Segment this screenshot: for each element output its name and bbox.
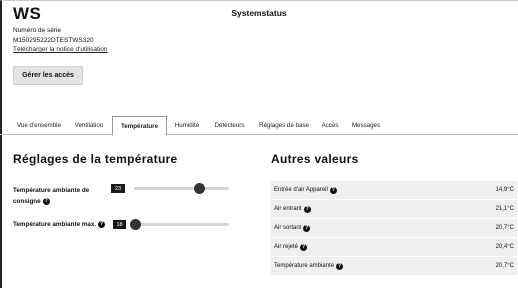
tab-overview[interactable]: Vue d'ensemble [13,116,65,135]
question-circle-icon[interactable]: ? [300,243,308,251]
table-row: Entrée d'air Appareil? 14,9°C [271,181,517,200]
table-row: Température ambiante? 20,7°C [271,257,517,276]
setpoint-label: Température ambiante de consigne? [13,185,108,207]
tab-basic-settings[interactable]: Réglages de base [255,116,313,135]
serial-value: M150295222DTESTWS320 [13,37,94,44]
tab-detectors[interactable]: Détecteurs [208,116,251,135]
tab-humidity[interactable]: Humidité [170,116,204,135]
row-label: Température ambiante [274,263,335,269]
download-manual-link[interactable]: Télécharger la notice d'utilisation [13,46,107,53]
max-temp-label: Température ambiante max.? [13,219,123,230]
question-circle-icon[interactable]: ? [303,205,311,213]
question-circle-icon[interactable]: ? [329,186,337,194]
question-circle-icon[interactable]: ? [303,224,311,232]
slider-track[interactable] [134,187,229,190]
question-circle-icon[interactable]: ? [42,197,50,205]
row-label: Air sortant [274,225,302,231]
row-label: Entrée d'air Appareil [274,187,328,193]
tab-temperature[interactable]: Température [112,116,167,136]
row-value: 20,7°C [495,263,514,269]
temperature-settings-heading: Réglages de la température [13,152,178,166]
question-circle-icon[interactable]: ? [98,220,106,228]
tab-messages[interactable]: Messages [347,116,385,135]
row-label: Air entrant [274,206,302,212]
row-value: 21,1°C [495,206,514,212]
row-value: 20,7°C [495,225,514,231]
manage-access-button[interactable]: Gérer les accès [13,66,83,85]
tab-ventilation[interactable]: Ventilation [69,116,109,135]
other-values-table: Entrée d'air Appareil? 14,9°C Air entran… [271,181,517,276]
table-row: Air entrant? 21,1°C [271,200,517,219]
tab-bar: Vue d'ensemble Ventilation Température H… [0,116,518,136]
tab-access[interactable]: Accès [317,116,343,135]
question-circle-icon[interactable]: ? [336,262,344,270]
row-value: 20,4°C [495,244,514,250]
slider-thumb[interactable] [130,219,141,230]
serial-label: Numéro de série [13,27,62,34]
slider-track[interactable] [130,223,229,226]
table-row: Air sortant? 20,7°C [271,219,517,238]
table-row: Air rejeté? 20,4°C [271,238,517,257]
row-label: Air rejeté [274,244,299,250]
row-value: 14,9°C [495,187,514,193]
setpoint-label-text: Température ambiante de consigne [13,187,90,205]
max-temp-label-text: Température ambiante max. [13,221,97,228]
other-values-heading: Autres valeurs [271,152,359,166]
system-status-title: Systemstatus [231,8,287,18]
setpoint-value: 23 [111,184,125,193]
max-temp-value: 18 [113,220,126,229]
